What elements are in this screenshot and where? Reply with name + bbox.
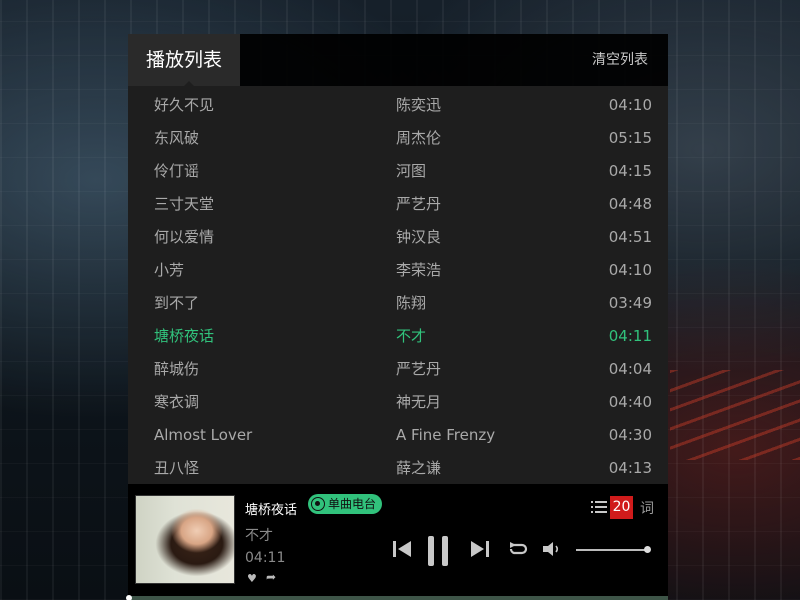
list-item[interactable]: 伶仃谣 河图 04:15 [128,155,668,188]
song-duration: 04:10 [608,261,652,279]
song-duration: 04:48 [608,195,652,213]
previous-icon[interactable] [392,540,412,558]
song-duration: 04:40 [608,393,652,411]
single-radio-label: 单曲电台 [328,497,377,511]
song-artist: 严艺丹 [396,195,442,213]
list-item[interactable]: 寒衣调 神无月 04:40 [128,386,668,419]
playlist-header: 播放列表 清空列表 [128,34,668,87]
song-artist: 不才 [396,327,427,345]
volume-icon[interactable] [542,541,562,557]
song-title: 小芳 [154,261,185,279]
lyric-button[interactable]: 词 [640,498,654,518]
heart-icon[interactable]: ♥ [247,572,257,585]
song-title: Almost Lover [154,426,253,444]
list-item[interactable]: 好久不见 陈奕迅 04:10 [128,89,668,122]
list-item[interactable]: 到不了 陈翔 03:49 [128,287,668,320]
list-item[interactable]: 东风破 周杰伦 05:15 [128,122,668,155]
song-artist: A Fine Frenzy [396,426,496,444]
list-icon[interactable] [591,500,607,514]
song-artist: 薛之谦 [396,459,442,477]
song-duration: 03:49 [608,294,652,312]
radio-icon [311,497,325,511]
list-item[interactable]: 醉城伤 严艺丹 04:04 [128,353,668,386]
song-title: 塘桥夜话 [154,327,215,345]
volume-slider-handle[interactable] [644,546,651,553]
progress-bar-handle[interactable] [126,595,132,600]
loop-icon[interactable] [507,541,529,557]
song-duration: 04:13 [608,459,652,477]
list-item-active[interactable]: 塘桥夜话 不才 04:11 [128,320,668,353]
single-radio-button[interactable]: 单曲电台 [308,494,383,514]
song-title: 好久不见 [154,96,215,114]
song-artist: 钟汉良 [396,228,442,246]
song-duration: 04:04 [608,360,652,378]
clear-playlist-button[interactable]: 清空列表 [592,34,648,86]
song-title: 丑八怪 [154,459,200,477]
now-playing-artist[interactable]: 不才 [245,525,273,545]
song-artist: 河图 [396,162,427,180]
song-title: 寒衣调 [154,393,200,411]
list-item[interactable]: Almost Lover A Fine Frenzy 04:30 [128,419,668,452]
song-title: 何以爱情 [154,228,215,246]
song-title: 到不了 [154,294,200,312]
song-duration: 05:15 [608,129,652,147]
song-artist: 严艺丹 [396,360,442,378]
song-artist: 神无月 [396,393,442,411]
list-item[interactable]: 小芳 李荣浩 04:10 [128,254,668,287]
song-title: 伶仃谣 [154,162,200,180]
song-artist: 陈奕迅 [396,96,442,114]
list-item[interactable]: 三寸天堂 严艺丹 04:48 [128,188,668,221]
share-icon[interactable]: ➦ [266,570,276,584]
song-duration: 04:11 [608,327,652,345]
pause-icon[interactable] [426,535,450,567]
playlist-title: 播放列表 [128,34,240,87]
list-item[interactable]: 何以爱情 钟汉良 04:51 [128,221,668,254]
song-duration: 04:30 [608,426,652,444]
playlist-count-badge[interactable]: 20 [610,496,633,519]
song-duration: 04:10 [608,96,652,114]
progress-bar-track[interactable] [128,596,668,600]
volume-slider-track[interactable] [576,549,648,551]
next-icon[interactable] [470,540,490,558]
playlist-panel: 播放列表 清空列表 好久不见 陈奕迅 04:10 东风破 周杰伦 05:15 伶仃谣 河图 04… [128,34,668,484]
song-artist: 李荣浩 [396,261,442,279]
song-list: 好久不见 陈奕迅 04:10 东风破 周杰伦 05:15 伶仃谣 河图 04:15 三寸天堂 严艺丹… [128,86,668,484]
song-artist: 周杰伦 [396,129,442,147]
song-title: 醉城伤 [154,360,200,378]
background-stage-truss [670,370,800,460]
now-playing-title[interactable]: 塘桥夜话 [245,499,297,518]
player-bar: 塘桥夜话 单曲电台 不才 04:11 ♥ ➦ 20 词 [128,484,668,600]
album-cover[interactable] [135,495,235,584]
now-playing-time: 04:11 [245,550,286,566]
song-duration: 04:15 [608,162,652,180]
song-title: 东风破 [154,129,200,147]
song-artist: 陈翔 [396,294,427,312]
song-duration: 04:51 [608,228,652,246]
list-item[interactable]: 丑八怪 薛之谦 04:13 [128,452,668,485]
song-title: 三寸天堂 [154,195,215,213]
